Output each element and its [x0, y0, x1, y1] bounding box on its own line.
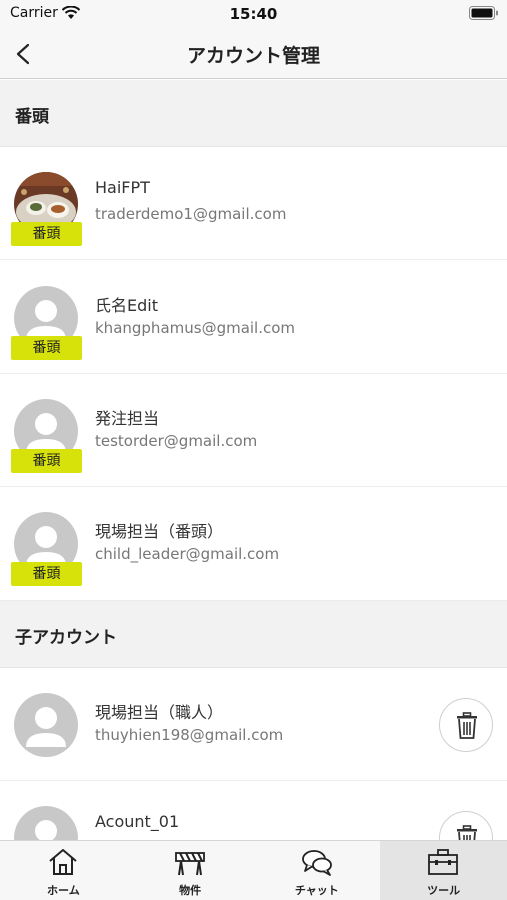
account-row[interactable]: 番頭 現場担当（番頭） child_leader@gmail.com	[0, 487, 507, 601]
account-email: thuyhien198@gmail.com	[95, 726, 284, 744]
status-bar: Carrier 15:40	[0, 0, 507, 30]
account-management-screen: Carrier 15:40 アカウント管理 番頭 番頭 HaiFPT trade…	[0, 0, 507, 900]
section-title: 子アカウント	[15, 628, 117, 648]
battery-icon	[469, 6, 498, 20]
tab-label: 物件	[179, 884, 202, 897]
tab-tools[interactable]: ツール	[380, 841, 507, 900]
page-title: アカウント管理	[186, 45, 320, 67]
role-badge: 番頭	[11, 449, 82, 473]
tab-label: ホーム	[47, 884, 80, 897]
section-title: 番頭	[15, 107, 49, 127]
account-email: khangphamus@gmail.com	[95, 319, 296, 337]
nav-bar: アカウント管理	[0, 30, 507, 79]
account-row[interactable]: 番頭 HaiFPT traderdemo1@gmail.com	[0, 147, 507, 260]
account-email: testorder@gmail.com	[95, 432, 258, 450]
tab-chat[interactable]: チャット	[254, 841, 381, 900]
account-name: 現場担当（番頭）	[95, 522, 224, 541]
tab-home[interactable]: ホーム	[0, 841, 127, 900]
trash-icon	[457, 712, 477, 739]
tab-label: ツール	[427, 884, 461, 897]
account-row[interactable]: 番頭 氏名Edit khangphamus@gmail.com	[0, 261, 507, 374]
role-badge: 番頭	[11, 222, 82, 246]
delete-button[interactable]	[439, 698, 493, 752]
account-name: 現場担当（職人）	[95, 703, 224, 722]
section-header-leaders: 番頭	[0, 80, 507, 147]
account-name: 氏名Edit	[95, 296, 158, 315]
section-header-child-accounts: 子アカウント	[0, 601, 507, 668]
tab-label: チャット	[294, 884, 339, 897]
tab-bar: ホーム 物件 チャット ツール	[0, 840, 507, 900]
role-badge: 番頭	[11, 336, 82, 360]
toolbox-icon	[428, 849, 459, 875]
account-row[interactable]: 現場担当（職人） thuyhien198@gmail.com	[0, 668, 507, 781]
tab-properties[interactable]: 物件	[127, 841, 254, 900]
account-email: traderdemo1@gmail.com	[95, 205, 287, 223]
account-row[interactable]: 番頭 発注担当 testorder@gmail.com	[0, 374, 507, 487]
account-name: HaiFPT	[95, 178, 150, 197]
chat-icon	[301, 850, 332, 876]
default-avatar-icon	[14, 693, 78, 757]
account-email: child_leader@gmail.com	[95, 545, 280, 563]
home-icon	[49, 849, 77, 875]
account-name: Acount_01	[95, 812, 180, 831]
role-badge: 番頭	[11, 562, 82, 586]
barrier-icon	[174, 852, 205, 876]
status-time: 15:40	[229, 5, 278, 23]
account-name: 発注担当	[95, 409, 160, 428]
